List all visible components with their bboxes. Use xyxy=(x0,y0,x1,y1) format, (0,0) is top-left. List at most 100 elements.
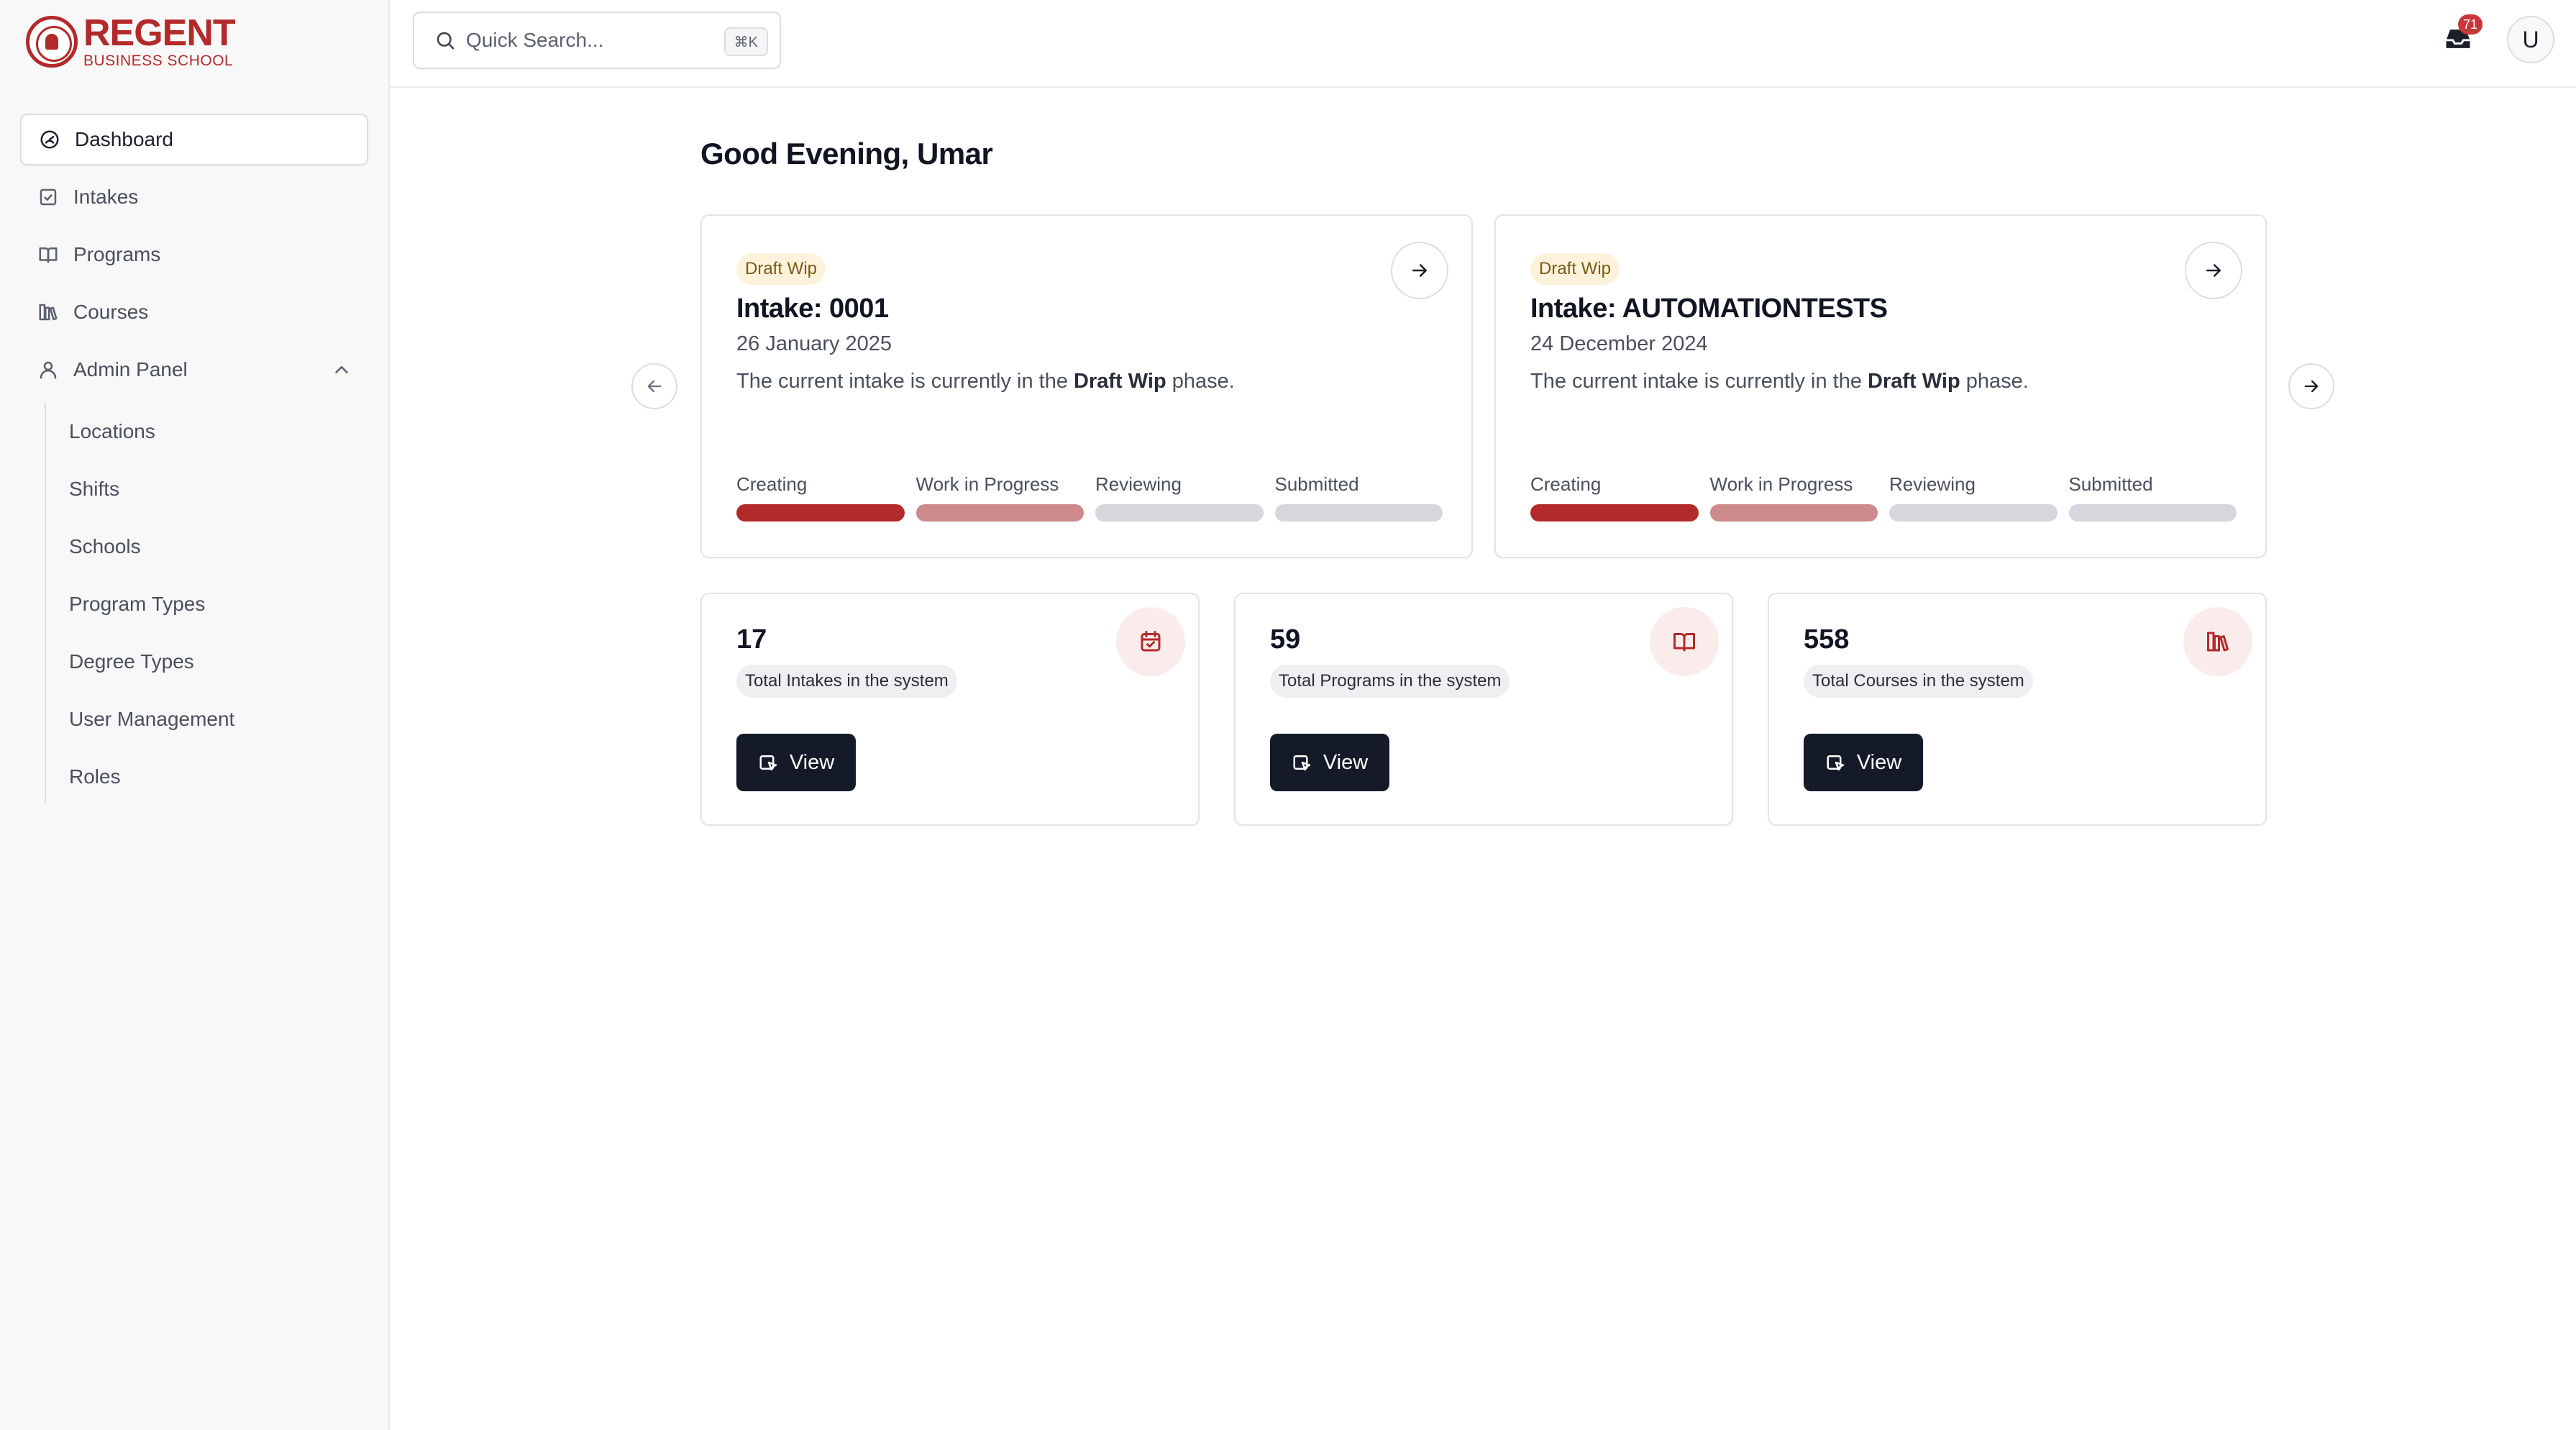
stage-reviewing: Reviewing xyxy=(1889,473,2057,522)
arrow-right-icon xyxy=(1412,264,1427,277)
sidebar-item-label: Dashboard xyxy=(75,128,173,150)
view-button-label: View xyxy=(789,750,835,774)
stage-work-in-progress: Work in Progress xyxy=(1709,473,1878,522)
stage-bar xyxy=(736,504,905,522)
stat-card-courses: 558 Total Courses in the system View xyxy=(1768,593,2267,826)
arrow-right-icon xyxy=(2304,380,2319,393)
view-courses-button[interactable]: View xyxy=(1804,734,1923,791)
calendar-check-icon xyxy=(40,188,57,206)
sidebar-item-dashboard[interactable]: Dashboard xyxy=(20,114,368,165)
stat-icon-badge xyxy=(1116,607,1185,676)
sidebar-item-programs[interactable]: Programs xyxy=(20,229,368,281)
intake-progress: Creating Work in Progress Reviewing Subm… xyxy=(1530,473,2237,522)
stage-bar xyxy=(1095,504,1264,522)
stage-submitted: Submitted xyxy=(1274,473,1443,522)
intake-card: Draft Wip Intake: AUTOMATIONTESTS 24 Dec… xyxy=(1494,214,2267,558)
open-external-icon xyxy=(759,755,777,771)
open-intake-button[interactable] xyxy=(1391,242,1448,299)
stage-submitted: Submitted xyxy=(2068,473,2237,522)
view-button-label: View xyxy=(1323,750,1369,774)
stat-card-programs: 59 Total Programs in the system View xyxy=(1234,593,1733,826)
sidebar-nav: Dashboard Intakes Programs Courses Admin… xyxy=(20,114,368,401)
stat-card-intakes: 17 Total Intakes in the system View xyxy=(700,593,1200,826)
admin-subnav: Locations Shifts Schools Program Types D… xyxy=(45,403,361,804)
sidebar-item-user-management[interactable]: User Management xyxy=(46,691,361,748)
sidebar-item-schools[interactable]: Schools xyxy=(46,518,361,575)
open-intake-button[interactable] xyxy=(2185,242,2242,299)
status-badge: Draft Wip xyxy=(736,253,826,285)
view-intakes-button[interactable]: View xyxy=(736,734,856,791)
search-input[interactable] xyxy=(466,29,703,52)
carousel-next-button[interactable] xyxy=(2288,363,2334,409)
greeting-heading: Good Evening, Umar xyxy=(700,137,993,170)
sidebar-item-label: Admin Panel xyxy=(73,358,188,381)
brand-subtitle: BUSINESS SCHOOL xyxy=(83,53,234,69)
stage-bar xyxy=(915,504,1084,522)
quick-search[interactable]: ⌘K xyxy=(413,12,781,69)
status-badge: Draft Wip xyxy=(1530,253,1620,285)
regent-seal-icon xyxy=(26,15,78,68)
sidebar-item-label: Programs xyxy=(73,243,161,265)
stage-reviewing: Reviewing xyxy=(1095,473,1264,522)
stage-bar xyxy=(1274,504,1443,522)
stat-label: Total Courses in the system xyxy=(1804,665,2033,698)
sidebar-item-roles[interactable]: Roles xyxy=(46,748,361,806)
stage-bar xyxy=(1889,504,2057,522)
intake-title: Intake: 0001 xyxy=(736,293,889,324)
intake-card: Draft Wip Intake: 0001 26 January 2025 T… xyxy=(700,214,1473,558)
stat-value: 59 xyxy=(1270,624,1301,655)
sidebar: REGENT BUSINESS SCHOOL Dashboard Intakes… xyxy=(0,0,390,1430)
stage-bar xyxy=(2068,504,2237,522)
view-button-label: View xyxy=(1856,750,1902,774)
intake-date: 26 January 2025 xyxy=(736,332,892,355)
notification-count-badge: 71 xyxy=(2458,14,2483,35)
user-icon xyxy=(40,361,57,379)
open-external-icon xyxy=(1827,755,1845,771)
stage-creating: Creating xyxy=(1530,473,1699,522)
arrow-right-icon xyxy=(2206,264,2221,277)
intake-description: The current intake is currently in the D… xyxy=(736,370,1235,393)
sidebar-item-degree-types[interactable]: Degree Types xyxy=(46,633,361,691)
carousel-prev-button[interactable] xyxy=(631,363,677,409)
sidebar-item-intakes[interactable]: Intakes xyxy=(20,171,368,223)
user-avatar[interactable]: U xyxy=(2507,16,2554,63)
view-programs-button[interactable]: View xyxy=(1270,734,1389,791)
brand-logo[interactable]: REGENT BUSINESS SCHOOL xyxy=(26,12,236,69)
chevron-up-icon[interactable] xyxy=(331,359,352,381)
stat-icon-badge xyxy=(2183,607,2252,676)
stage-work-in-progress: Work in Progress xyxy=(915,473,1084,522)
stage-creating: Creating xyxy=(736,473,905,522)
notifications-button[interactable]: 71 xyxy=(2442,14,2483,55)
library-icon xyxy=(39,304,58,321)
open-external-icon xyxy=(1293,755,1311,771)
search-shortcut-hint: ⌘K xyxy=(723,27,768,56)
intake-phase: Draft Wip xyxy=(1074,370,1166,393)
dashboard-icon xyxy=(40,130,59,149)
stage-bar xyxy=(1709,504,1878,522)
sidebar-item-label: Courses xyxy=(73,301,149,323)
stat-value: 558 xyxy=(1804,624,1850,655)
sidebar-item-program-types[interactable]: Program Types xyxy=(46,575,361,633)
sidebar-item-courses[interactable]: Courses xyxy=(20,286,368,338)
intake-title: Intake: AUTOMATIONTESTS xyxy=(1530,293,1888,324)
sidebar-item-shifts[interactable]: Shifts xyxy=(46,460,361,518)
search-icon xyxy=(437,32,455,50)
intake-date: 24 December 2024 xyxy=(1530,332,1708,355)
arrow-left-icon xyxy=(647,380,662,393)
stat-label: Total Intakes in the system xyxy=(736,665,957,698)
stat-label: Total Programs in the system xyxy=(1270,665,1510,698)
sidebar-item-admin-panel[interactable]: Admin Panel xyxy=(20,344,368,396)
calendar-check-icon xyxy=(1141,631,1161,652)
book-open-icon xyxy=(39,247,58,263)
intake-phase: Draft Wip xyxy=(1868,370,1960,393)
sidebar-item-locations[interactable]: Locations xyxy=(46,403,361,460)
stat-icon-badge xyxy=(1650,607,1719,676)
book-open-icon xyxy=(1673,633,1695,652)
library-icon xyxy=(2207,632,2229,652)
top-bar: ⌘K 71 U xyxy=(390,0,2576,88)
brand-name: REGENT xyxy=(83,12,236,54)
sidebar-item-label: Intakes xyxy=(73,186,139,208)
stage-bar xyxy=(1530,504,1699,522)
stat-value: 17 xyxy=(736,624,767,655)
intake-progress: Creating Work in Progress Reviewing Subm… xyxy=(736,473,1443,522)
